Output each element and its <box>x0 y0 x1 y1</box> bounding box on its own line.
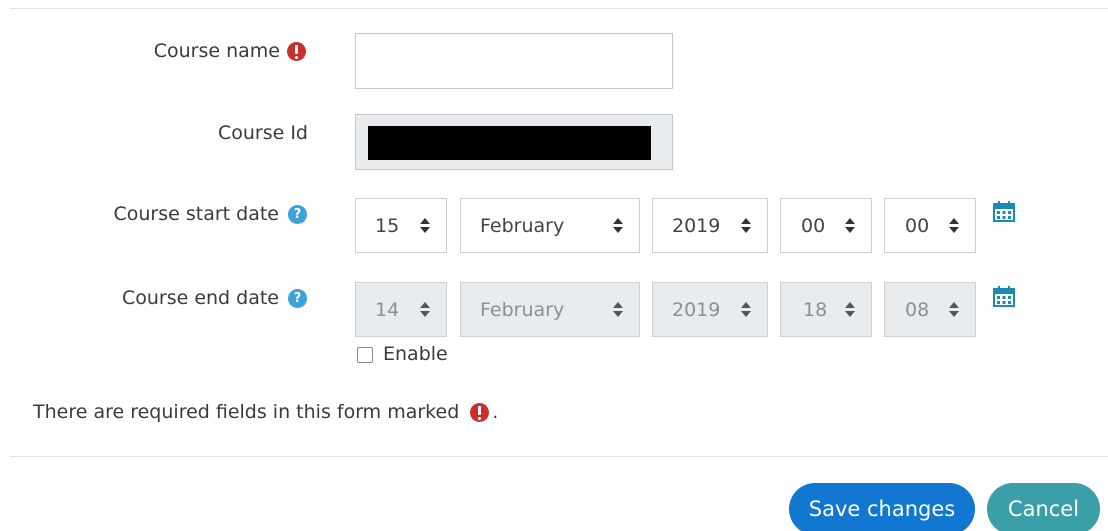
select-arrows-icon <box>845 218 855 234</box>
end-date-label-group: Course end date ? <box>60 285 307 311</box>
end-month-select: February <box>460 282 640 337</box>
enable-label: Enable <box>383 343 448 365</box>
select-arrows-icon <box>845 302 855 318</box>
required-icon <box>287 41 306 61</box>
start-minute-value: 00 <box>905 215 930 237</box>
top-divider <box>10 8 1108 9</box>
end-minute-value: 08 <box>905 299 930 321</box>
course-name-label: Course name <box>153 40 280 62</box>
course-id-label-group: Course Id <box>120 120 308 146</box>
select-arrows-icon <box>613 302 623 318</box>
select-arrows-icon <box>420 302 430 318</box>
start-minute-select[interactable]: 00 <box>884 198 976 253</box>
select-arrows-icon <box>613 218 623 234</box>
select-arrows-icon <box>949 302 959 318</box>
required-note-text: There are required fields in this form m… <box>33 401 460 423</box>
start-month-value: February <box>480 215 565 237</box>
end-year-select: 2019 <box>652 282 768 337</box>
start-year-select[interactable]: 2019 <box>652 198 768 253</box>
start-hour-value: 00 <box>801 215 826 237</box>
end-day-select: 14 <box>355 282 447 337</box>
end-minute-select: 08 <box>884 282 976 337</box>
end-day-value: 14 <box>375 299 400 321</box>
end-hour-select: 18 <box>780 282 872 337</box>
help-icon[interactable]: ? <box>288 204 307 224</box>
required-note-suffix: . <box>492 401 499 423</box>
calendar-icon[interactable] <box>993 286 1015 307</box>
end-hour-value: 18 <box>803 299 828 321</box>
form-divider <box>10 456 1108 457</box>
start-date-label: Course start date <box>113 203 279 225</box>
save-changes-button[interactable]: Save changes <box>789 483 975 531</box>
enable-end-date-checkbox[interactable] <box>357 347 373 363</box>
start-hour-select[interactable]: 00 <box>780 198 872 253</box>
help-icon[interactable]: ? <box>288 288 307 308</box>
select-arrows-icon <box>420 218 430 234</box>
select-arrows-icon <box>741 302 751 318</box>
required-icon <box>470 402 490 422</box>
start-day-select[interactable]: 15 <box>355 198 447 253</box>
end-year-value: 2019 <box>672 299 721 321</box>
required-fields-note: There are required fields in this form m… <box>33 401 498 423</box>
select-arrows-icon <box>741 218 751 234</box>
course-id-label: Course Id <box>217 122 308 144</box>
start-date-label-group: Course start date ? <box>60 201 307 227</box>
end-date-label: Course end date <box>121 287 279 309</box>
course-name-label-group: Course name <box>120 38 306 64</box>
start-year-value: 2019 <box>672 215 721 237</box>
redaction-block <box>368 126 651 160</box>
end-month-value: February <box>480 299 565 321</box>
start-month-select[interactable]: February <box>460 198 640 253</box>
start-day-value: 15 <box>375 215 400 237</box>
course-settings-form: Course name Course Id Course start date … <box>0 0 1108 531</box>
course-name-input[interactable] <box>355 33 673 89</box>
select-arrows-icon <box>949 218 959 234</box>
calendar-icon[interactable] <box>993 201 1015 222</box>
cancel-button[interactable]: Cancel <box>987 483 1100 531</box>
